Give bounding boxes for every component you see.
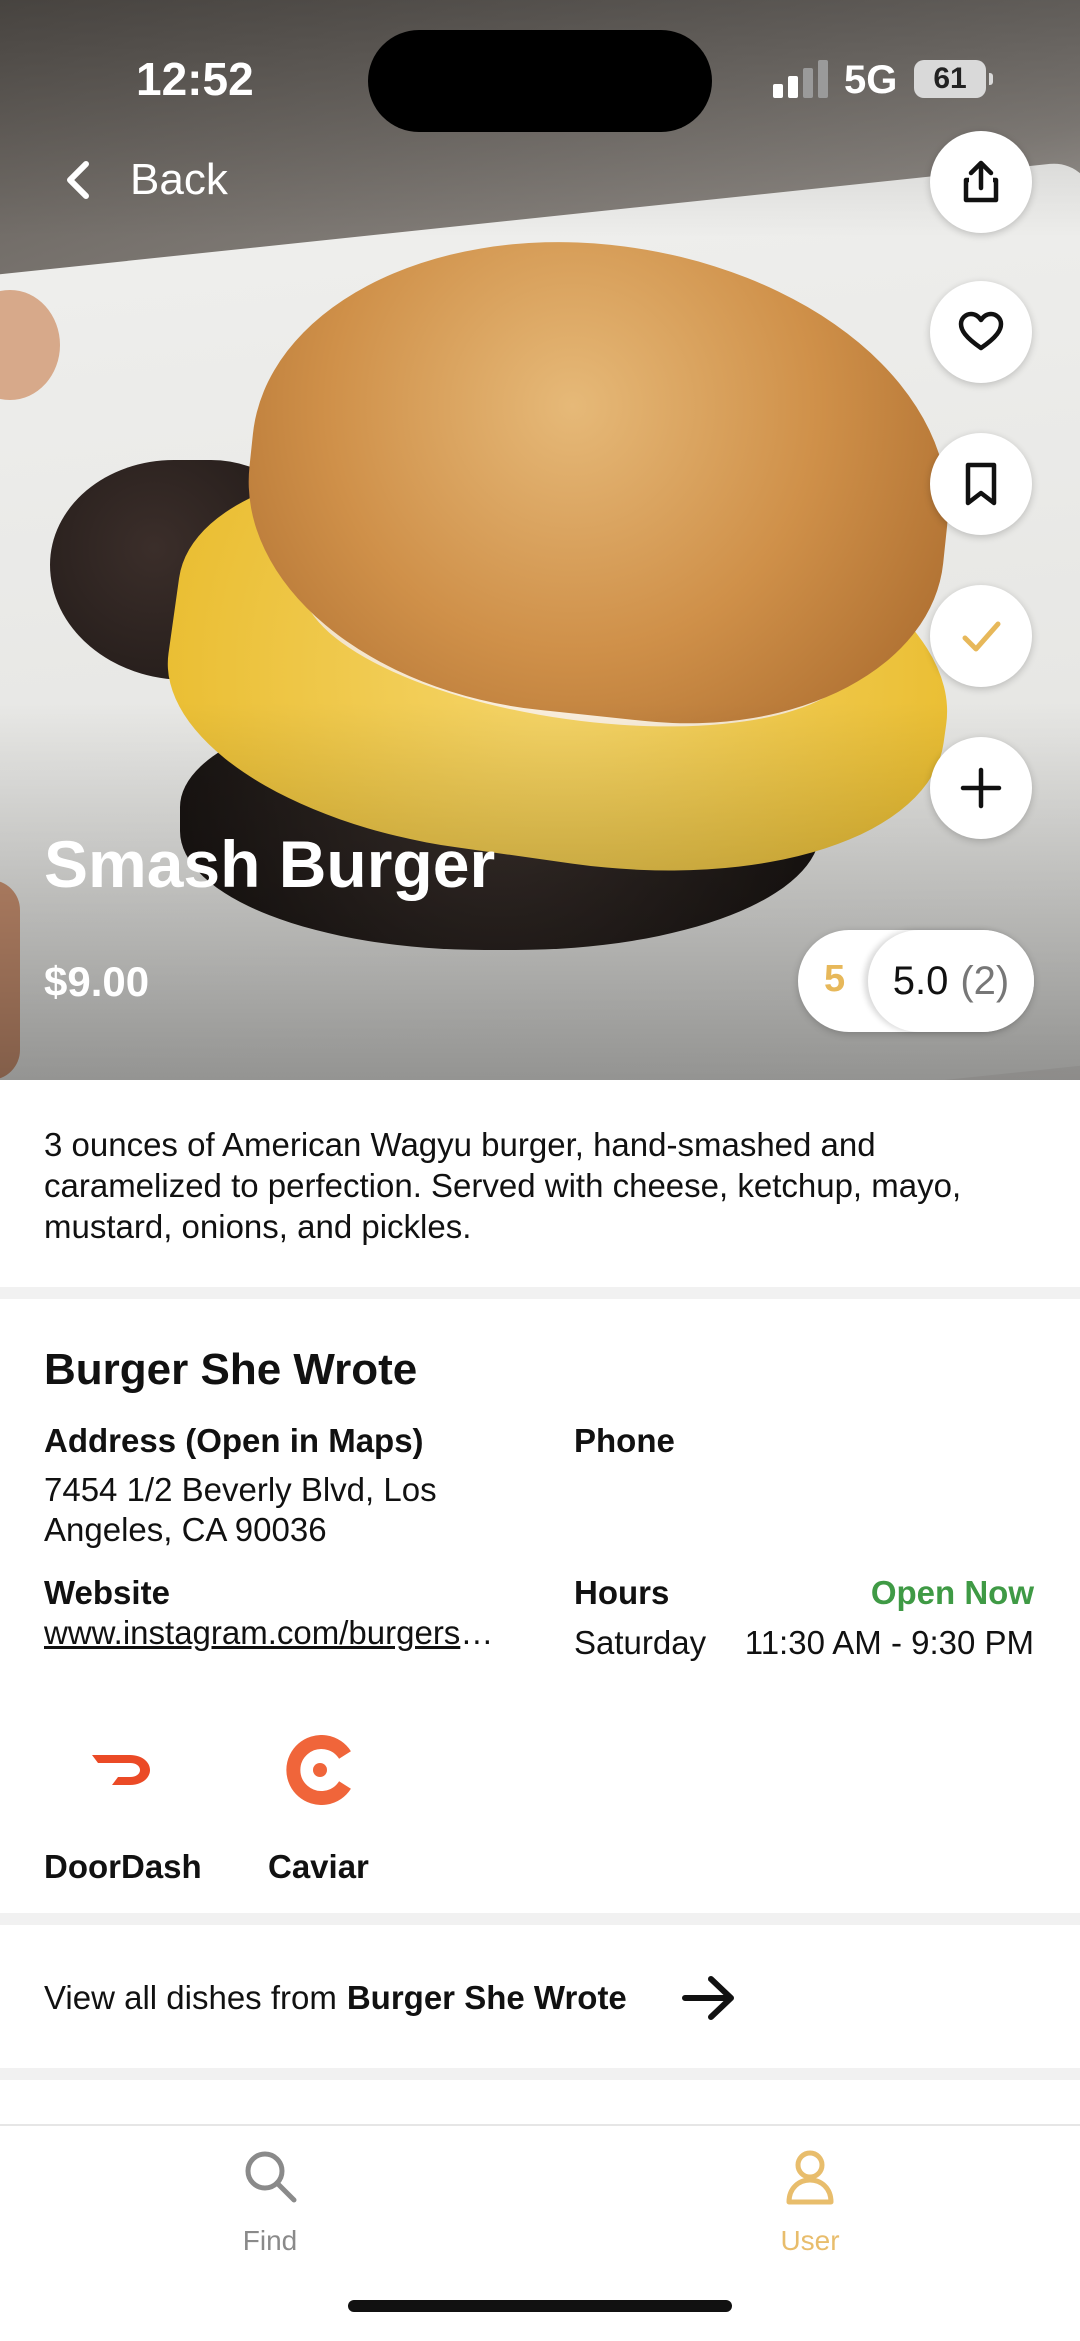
address-line-2[interactable]: Angeles, CA 90036: [44, 1510, 327, 1550]
back-button[interactable]: Back: [60, 150, 228, 210]
website-label: Website: [44, 1574, 170, 1611]
average-rating: 5.0: [892, 958, 949, 1003]
doordash-label: DoorDash: [44, 1848, 202, 1885]
signal-icon: [773, 60, 829, 98]
tab-user-label: User: [780, 2225, 840, 2256]
home-indicator: [348, 2300, 732, 2312]
heart-icon: [958, 311, 1004, 351]
tab-find-label: Find: [242, 2225, 298, 2256]
website-link[interactable]: www.instagram.com/burgershewrote: [44, 1614, 504, 1652]
open-status: Open Now: [870, 1574, 1034, 1611]
address-label[interactable]: Address (Open in Maps): [44, 1422, 424, 1460]
dish-price: $9.00: [44, 958, 150, 1005]
rating-pill[interactable]: 5 5.0 (2): [798, 930, 1034, 1032]
share-icon: [963, 160, 999, 203]
my-rating: 5: [824, 958, 846, 1000]
caviar-label: Caviar: [268, 1848, 369, 1885]
plus-icon: [960, 767, 1002, 809]
battery-icon: 61: [914, 60, 993, 98]
status-time: 12:52: [136, 53, 254, 105]
doordash-button[interactable]: DoorDash: [44, 1720, 202, 1886]
dish-description: 3 ounces of American Wagyu burger, hand-…: [44, 1126, 962, 1245]
tab-find[interactable]: Find: [170, 2146, 370, 2257]
bookmark-button[interactable]: [930, 433, 1032, 535]
dynamic-island: [368, 30, 712, 132]
chevron-left-icon: [67, 161, 89, 199]
network-label: 5G: [844, 58, 898, 102]
view-all-dishes-link[interactable]: View all dishes from Burger She Wrote: [44, 1975, 737, 2021]
hours-label: Hours: [574, 1574, 670, 1611]
favorite-button[interactable]: [930, 281, 1032, 383]
add-button[interactable]: [930, 737, 1032, 839]
rating-count: (2): [960, 958, 1010, 1003]
section-divider: [0, 2068, 1080, 2080]
restaurant-name[interactable]: Burger She Wrote: [44, 1345, 417, 1395]
share-button[interactable]: [930, 131, 1032, 233]
phone-label: Phone: [574, 1422, 675, 1459]
arrow-right-icon: [681, 1976, 734, 2020]
tried-button[interactable]: [930, 585, 1032, 687]
bookmark-icon: [965, 462, 997, 506]
tab-user[interactable]: User: [710, 2146, 910, 2257]
hours-time: 11:30 AM - 9:30 PM: [744, 1624, 1034, 1661]
view-all-restaurant: Burger She Wrote: [346, 1979, 627, 2016]
caviar-icon: [270, 1720, 370, 1820]
dish-title: Smash Burger: [44, 827, 496, 901]
doordash-icon: [72, 1720, 172, 1820]
view-all-prefix: View all dishes from: [44, 1979, 337, 2016]
user-icon: [786, 2150, 834, 2205]
caviar-button[interactable]: Caviar: [268, 1720, 370, 1886]
section-divider: [0, 1913, 1080, 1925]
hours-day: Saturday: [574, 1624, 707, 1661]
search-icon: [245, 2151, 297, 2203]
check-icon: [962, 621, 1001, 652]
back-label: Back: [130, 155, 228, 204]
average-rating-pill[interactable]: 5.0 (2): [868, 930, 1034, 1032]
section-divider: [0, 1287, 1080, 1299]
address-line-1[interactable]: 7454 1/2 Beverly Blvd, Los: [44, 1470, 437, 1510]
